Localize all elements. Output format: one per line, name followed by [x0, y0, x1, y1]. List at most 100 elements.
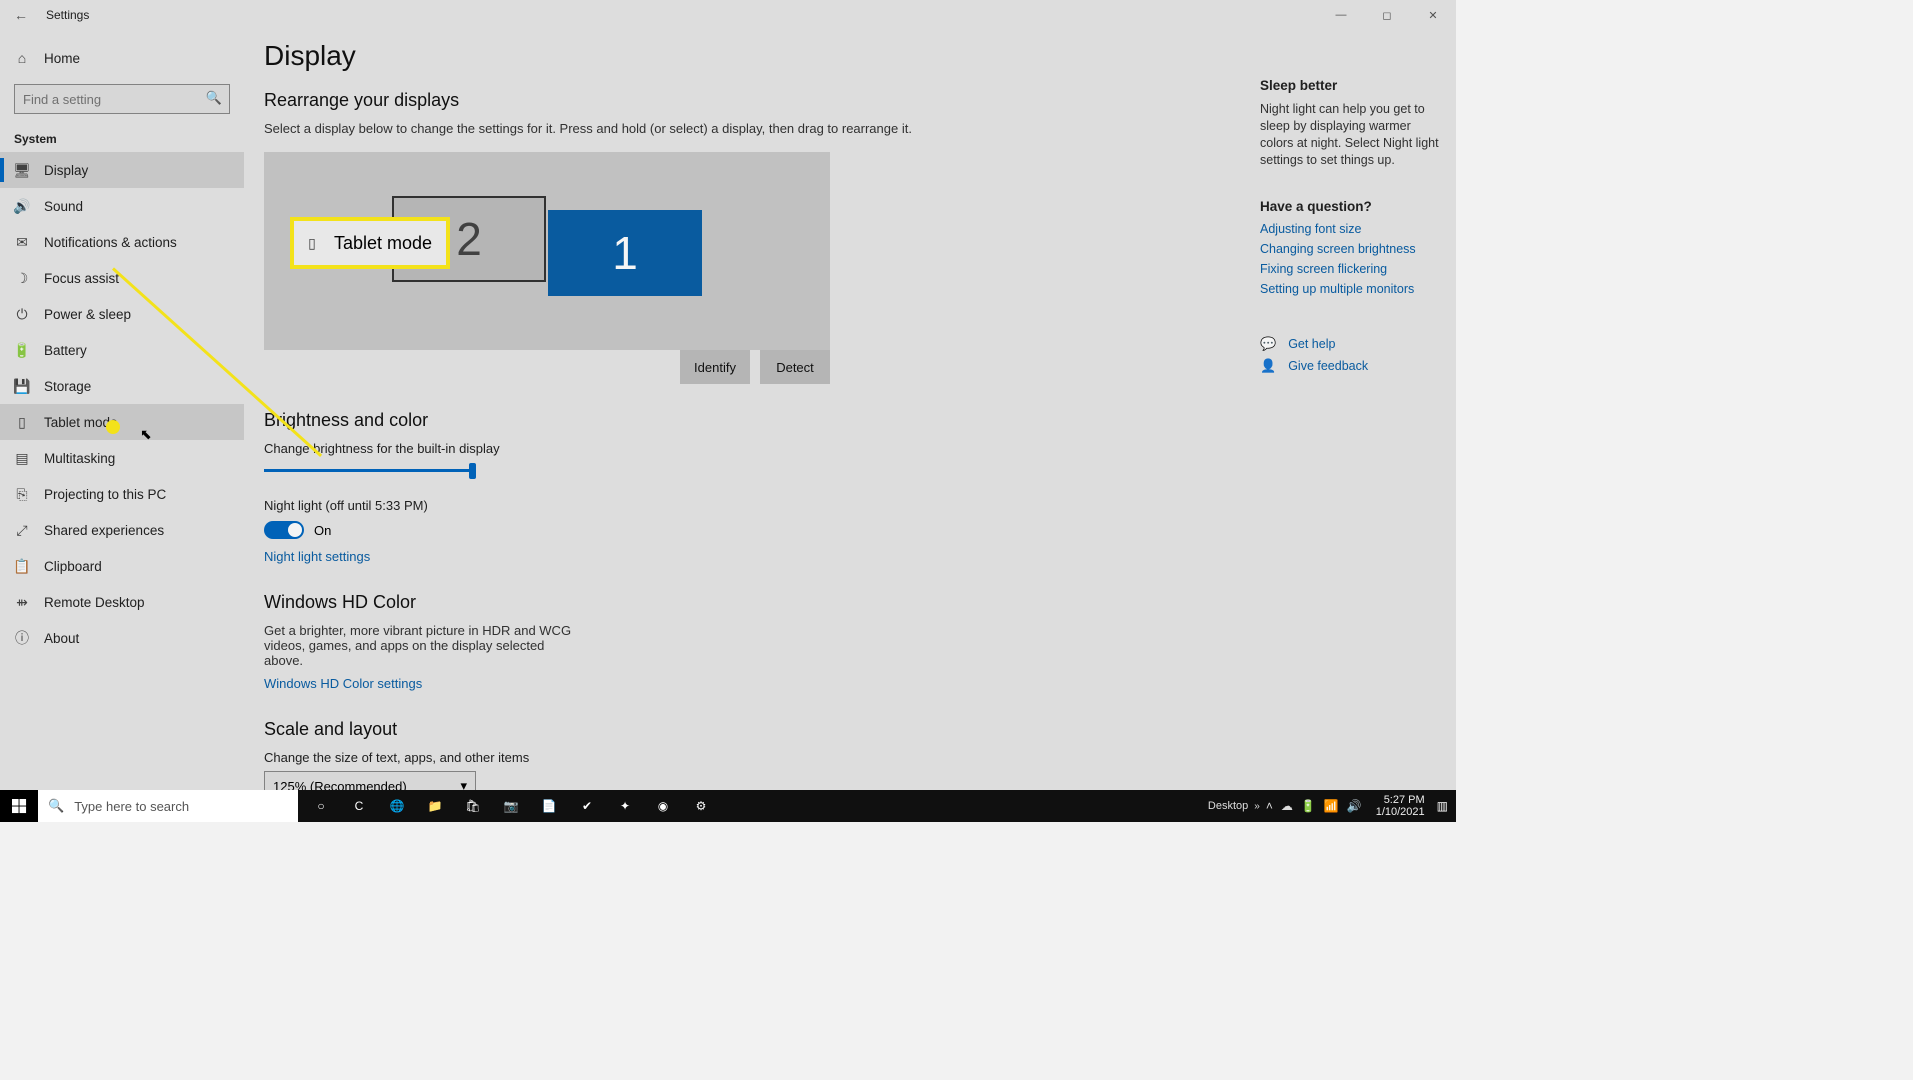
- help-link-flickering[interactable]: Fixing screen flickering: [1260, 262, 1446, 276]
- display-number-1: 1: [612, 226, 638, 280]
- taskbar-search-placeholder: Type here to search: [74, 799, 189, 814]
- taskbar-desktop-label[interactable]: Desktop: [1208, 800, 1248, 812]
- night-light-toggle[interactable]: [264, 521, 304, 539]
- display-icon: 🖥: [14, 162, 30, 178]
- annotation-label: Tablet mode: [334, 233, 432, 254]
- taskbar-edge[interactable]: 🌐: [378, 790, 416, 822]
- shared-icon: ⤢: [14, 522, 30, 538]
- sidebar-item-notifications[interactable]: ✉ Notifications & actions: [0, 224, 244, 260]
- detect-button[interactable]: Detect: [760, 350, 830, 384]
- question-title: Have a question?: [1260, 199, 1446, 214]
- notifications-icon: ✉: [14, 234, 30, 250]
- sidebar-item-clipboard[interactable]: 📋 Clipboard: [0, 548, 244, 584]
- sidebar-item-label: Clipboard: [44, 559, 102, 574]
- sidebar-item-label: Notifications & actions: [44, 235, 177, 250]
- sidebar-item-tablet-mode[interactable]: ▯ Tablet mode: [0, 404, 244, 440]
- taskbar-time: 5:27 PM: [1376, 794, 1425, 806]
- tray-up-icon[interactable]: ˄: [1266, 799, 1273, 813]
- taskbar-settings[interactable]: ⚙: [682, 790, 720, 822]
- taskbar-app4[interactable]: ✦: [606, 790, 644, 822]
- taskbar: 🔍 Type here to search ○ С 🌐 📁 🛍 📷 📄 ✔ ✦ …: [0, 790, 1456, 822]
- sidebar-item-shared-experiences[interactable]: ⤢ Shared experiences: [0, 512, 244, 548]
- tray-onedrive-icon[interactable]: ☁: [1281, 799, 1293, 813]
- taskbar-app1[interactable]: 📷: [492, 790, 530, 822]
- give-feedback-link[interactable]: Give feedback: [1288, 359, 1368, 373]
- tray-wifi-icon[interactable]: 📶: [1324, 799, 1339, 813]
- minimize-button[interactable]: ―: [1318, 0, 1364, 30]
- help-pane: Sleep better Night light can help you ge…: [1260, 30, 1456, 822]
- sidebar-item-label: Battery: [44, 343, 87, 358]
- sound-icon: 🔊: [14, 198, 30, 214]
- hd-color-link[interactable]: Windows HD Color settings: [264, 676, 422, 691]
- sidebar-item-sound[interactable]: 🔊 Sound: [0, 188, 244, 224]
- taskbar-chrome[interactable]: ◉: [644, 790, 682, 822]
- taskbar-taskview[interactable]: С: [340, 790, 378, 822]
- sidebar-item-label: Remote Desktop: [44, 595, 145, 610]
- sidebar-item-about[interactable]: ⓘ About: [0, 620, 244, 656]
- sidebar-item-label: Storage: [44, 379, 91, 394]
- app-title: Settings: [46, 8, 89, 22]
- taskbar-cortana[interactable]: ○: [302, 790, 340, 822]
- remote-icon: ⇻: [14, 594, 30, 610]
- cursor-icon: ⬉: [140, 426, 152, 443]
- taskbar-clock[interactable]: 5:27 PM 1/10/2021: [1376, 794, 1425, 818]
- focus-icon: ☽: [14, 270, 30, 286]
- tray-battery-icon[interactable]: 🔋: [1301, 799, 1316, 813]
- sidebar-item-storage[interactable]: 💾 Storage: [0, 368, 244, 404]
- tablet-icon: ▯: [304, 235, 320, 251]
- scale-label: Change the size of text, apps, and other…: [264, 750, 1260, 765]
- rearrange-desc: Select a display below to change the set…: [264, 121, 964, 136]
- taskbar-app3[interactable]: ✔: [568, 790, 606, 822]
- sidebar-section-label: System: [0, 120, 244, 152]
- main-content: Display Rearrange your displays Select a…: [244, 30, 1260, 822]
- maximize-button[interactable]: ◻: [1364, 0, 1410, 30]
- sidebar-item-label: Shared experiences: [44, 523, 164, 538]
- sidebar-item-projecting[interactable]: ⎘ Projecting to this PC: [0, 476, 244, 512]
- search-input[interactable]: [14, 84, 230, 114]
- tray-volume-icon[interactable]: 🔊: [1347, 799, 1362, 813]
- scale-title: Scale and layout: [264, 719, 1260, 740]
- taskbar-date: 1/10/2021: [1376, 806, 1425, 818]
- tray-chevron-icon[interactable]: »: [1254, 801, 1260, 812]
- sidebar-item-remote-desktop[interactable]: ⇻ Remote Desktop: [0, 584, 244, 620]
- help-link-font-size[interactable]: Adjusting font size: [1260, 222, 1446, 236]
- start-button[interactable]: [0, 790, 38, 822]
- sidebar-item-display[interactable]: 🖥 Display: [0, 152, 244, 188]
- display-number-2: 2: [456, 212, 482, 266]
- taskbar-search[interactable]: 🔍 Type here to search: [38, 790, 298, 822]
- help-link-brightness[interactable]: Changing screen brightness: [1260, 242, 1446, 256]
- taskbar-store[interactable]: 🛍: [454, 790, 492, 822]
- brightness-slider[interactable]: [264, 460, 476, 480]
- hd-color-title: Windows HD Color: [264, 592, 1260, 613]
- identify-button[interactable]: Identify: [680, 350, 750, 384]
- sidebar-item-power-sleep[interactable]: ⏻ Power & sleep: [0, 296, 244, 332]
- tray-action-center-icon[interactable]: ▥: [1437, 799, 1448, 813]
- sidebar-item-label: Projecting to this PC: [44, 487, 166, 502]
- home-icon: ⌂: [14, 50, 30, 66]
- close-button[interactable]: ✕: [1410, 0, 1456, 30]
- storage-icon: 💾: [14, 378, 30, 394]
- power-icon: ⏻: [14, 306, 30, 322]
- sidebar-home-label: Home: [44, 51, 80, 66]
- multitask-icon: ▤: [14, 450, 30, 466]
- back-button[interactable]: ←: [6, 7, 36, 23]
- help-bubble-icon: 💬: [1260, 336, 1276, 352]
- page-title: Display: [264, 40, 1260, 72]
- night-light-label: Night light (off until 5:33 PM): [264, 498, 1260, 513]
- brightness-label: Change brightness for the built-in displ…: [264, 441, 1260, 456]
- sidebar-home[interactable]: ⌂ Home: [0, 40, 244, 76]
- sidebar-item-multitasking[interactable]: ▤ Multitasking: [0, 440, 244, 476]
- night-light-settings-link[interactable]: Night light settings: [264, 549, 370, 564]
- sidebar-item-label: Focus assist: [44, 271, 119, 286]
- taskbar-explorer[interactable]: 📁: [416, 790, 454, 822]
- brightness-title: Brightness and color: [264, 410, 1260, 431]
- taskbar-app2[interactable]: 📄: [530, 790, 568, 822]
- windows-logo-icon: [12, 799, 27, 814]
- help-link-monitors[interactable]: Setting up multiple monitors: [1260, 282, 1446, 296]
- sidebar-item-battery[interactable]: 🔋 Battery: [0, 332, 244, 368]
- annotation-callout: ▯ Tablet mode: [290, 217, 450, 269]
- display-box-1[interactable]: 1: [548, 210, 702, 296]
- sidebar-item-label: Display: [44, 163, 88, 178]
- clipboard-icon: 📋: [14, 558, 30, 574]
- get-help-link[interactable]: Get help: [1288, 337, 1335, 351]
